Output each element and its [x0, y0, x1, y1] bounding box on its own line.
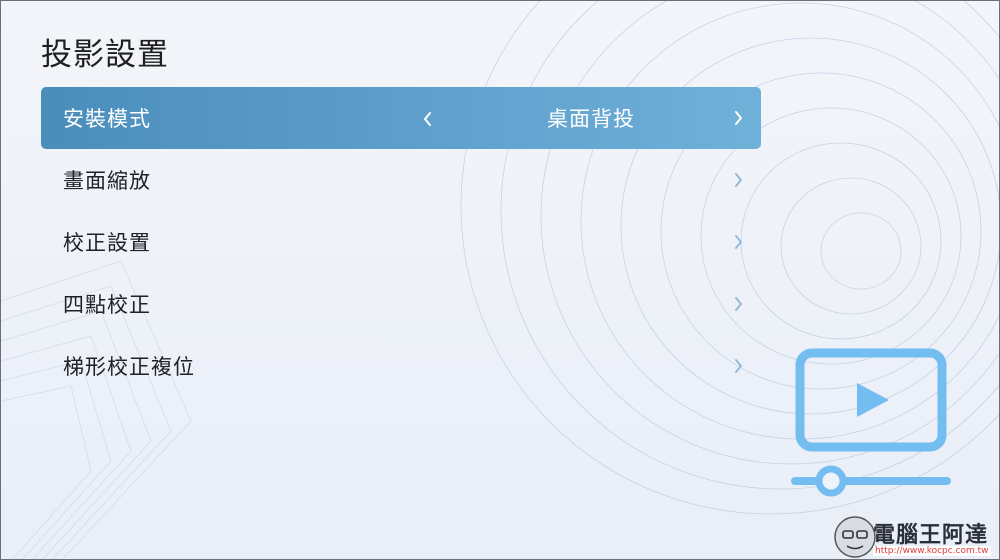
chevron-right-icon[interactable]: [731, 109, 745, 127]
install-mode-value: 桌面背投: [547, 107, 635, 131]
menu-item-label: 梯形校正複位: [63, 355, 195, 379]
chevron-right-icon: [731, 171, 745, 189]
page-title: 投影設置: [41, 37, 169, 73]
chevron-right-icon: [731, 357, 745, 375]
chevron-left-icon[interactable]: [421, 109, 435, 127]
chevron-right-icon: [731, 233, 745, 251]
menu-item-keystone-reset[interactable]: 梯形校正複位: [41, 335, 761, 397]
settings-screen: 投影設置 安裝模式 桌面背投 畫面縮放 校正設置 四點校正 梯形校正複位 電腦王…: [0, 0, 1000, 560]
watermark-url: http://www.kocpc.com.tw: [873, 546, 991, 556]
menu-item-screen-zoom[interactable]: 畫面縮放: [41, 149, 761, 211]
menu-item-label: 校正設置: [63, 231, 151, 255]
watermark-text: 電腦王阿達: [873, 523, 989, 548]
chevron-right-icon: [731, 295, 745, 313]
menu-item-calibration-settings[interactable]: 校正設置: [41, 211, 761, 273]
menu-item-label: 四點校正: [63, 293, 151, 317]
menu-item-install-mode[interactable]: 安裝模式 桌面背投: [41, 87, 761, 149]
projector-play-icon: [791, 348, 951, 497]
menu-item-label: 畫面縮放: [63, 169, 151, 193]
menu-item-label: 安裝模式: [63, 107, 151, 131]
menu-item-four-point-correction[interactable]: 四點校正: [41, 273, 761, 335]
settings-menu: 安裝模式 桌面背投 畫面縮放 校正設置 四點校正 梯形校正複位: [41, 87, 761, 397]
